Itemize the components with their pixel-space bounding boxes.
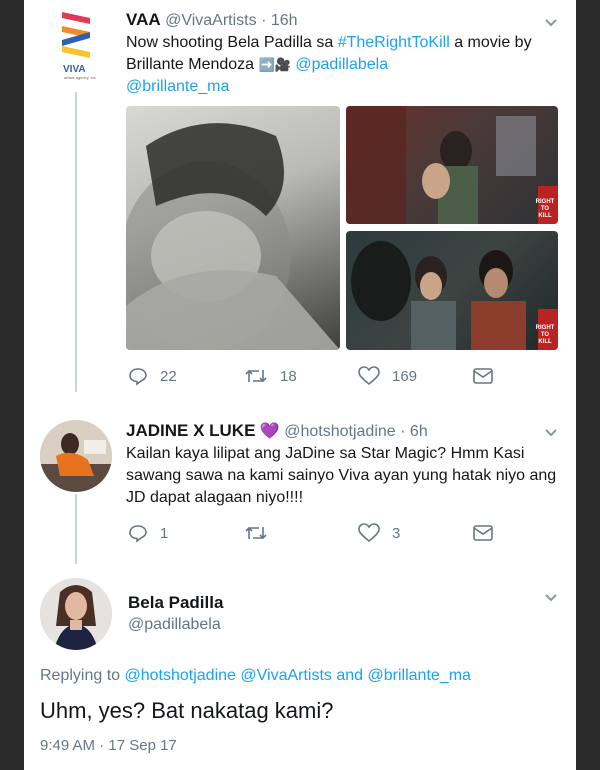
tweet-thread-card: VIVA artists agency, inc VAA @VivaArtist… <box>24 0 576 770</box>
reply-count: 22 <box>160 367 177 385</box>
reply-icon <box>129 525 147 543</box>
mention-link[interactable]: @VivaArtists <box>240 667 332 684</box>
reply-and: and <box>331 667 368 684</box>
retweet-icon <box>245 369 267 383</box>
purple-heart-emoji: 💜 <box>259 423 280 440</box>
dm-button[interactable] <box>472 366 506 386</box>
retweet-button[interactable]: 18 <box>244 366 297 386</box>
like-button[interactable]: 169 <box>358 366 417 386</box>
tweet-photo-2[interactable]: RIGHT TO KILL <box>346 106 558 224</box>
thread-line <box>75 494 77 564</box>
photo-crying-woman <box>126 123 340 350</box>
display-name[interactable]: VAA <box>126 10 161 29</box>
display-name[interactable]: JADINE X LUKE <box>126 421 255 440</box>
like-button[interactable]: 3 <box>358 523 400 543</box>
tweet-photo-3[interactable]: RIGHT TO KILL <box>346 231 558 350</box>
tweet-header: JADINE X LUKE 💜 @hotshotjadine · 6h <box>126 421 428 441</box>
envelope-icon <box>473 368 493 384</box>
reply-button[interactable]: 22 <box>128 366 177 386</box>
chevron-down-icon[interactable] <box>544 426 558 440</box>
mention-link[interactable]: @padillabela <box>295 56 388 73</box>
avatar[interactable] <box>40 578 112 650</box>
chevron-down-icon[interactable] <box>544 591 558 605</box>
mention-link[interactable]: @brillante_ma <box>126 78 229 95</box>
tweet-text: Uhm, yes? Bat nakatag kami? <box>40 698 334 723</box>
photo-woman-holding-child <box>346 106 558 224</box>
like-count: 169 <box>392 367 418 385</box>
timestamp[interactable]: · 6h <box>400 423 428 440</box>
reply-icon <box>129 368 147 386</box>
avatar-photo <box>40 578 112 650</box>
retweet-count: 18 <box>280 367 297 385</box>
poster-text: RIGHT TO KILL <box>535 199 555 219</box>
tweet-text-part: Now shooting Bela Padilla sa <box>126 34 338 51</box>
handle[interactable]: @padillabela <box>128 616 221 634</box>
replying-to: Replying to @hotshotjadine @VivaArtists … <box>40 667 471 685</box>
avatar-photo <box>40 420 112 492</box>
avatar[interactable]: VIVA artists agency, inc <box>50 8 102 88</box>
tweet-text: Now shooting Bela Padilla sa #TheRightTo… <box>126 32 566 98</box>
handle[interactable]: @VivaArtists <box>165 12 257 29</box>
avatar[interactable] <box>40 420 112 492</box>
emoji: ➡️🎥 <box>258 57 291 72</box>
retweet-icon <box>245 526 267 540</box>
envelope-icon <box>473 525 493 541</box>
tweet-timestamp[interactable]: 9:49 AM · 17 Sep 17 <box>40 737 177 754</box>
heart-icon <box>358 523 380 543</box>
hashtag-link[interactable]: #TheRightToKill <box>338 34 450 51</box>
dm-button[interactable] <box>472 523 506 543</box>
logo-subtext: artists agency, inc <box>64 75 96 80</box>
like-count: 3 <box>392 524 401 542</box>
tweet-photo-1[interactable] <box>126 106 340 350</box>
replying-to-label: Replying to <box>40 667 125 684</box>
timestamp[interactable]: · 16h <box>261 12 297 29</box>
heart-icon <box>358 366 380 386</box>
poster-text: RIGHT TO KILL <box>535 325 555 345</box>
logo-text: VIVA <box>63 64 86 75</box>
thread-line <box>75 92 77 392</box>
retweet-button[interactable] <box>244 523 280 543</box>
reply-count: 1 <box>160 524 169 542</box>
background-left-strip <box>0 0 24 770</box>
chevron-down-icon[interactable] <box>544 16 558 30</box>
photo-two-people <box>351 241 558 350</box>
mention-link[interactable]: @brillante_ma <box>368 667 471 684</box>
tweet-header: VAA @VivaArtists · 16h <box>126 10 298 30</box>
handle[interactable]: @hotshotjadine <box>284 423 395 440</box>
reply-button[interactable]: 1 <box>128 523 168 543</box>
mention-link[interactable]: @hotshotjadine <box>125 667 236 684</box>
display-name[interactable]: Bela Padilla <box>128 593 223 613</box>
background-right-strip <box>576 0 600 770</box>
tweet-text: Kailan kaya lilipat ang JaDine sa Star M… <box>126 445 557 506</box>
